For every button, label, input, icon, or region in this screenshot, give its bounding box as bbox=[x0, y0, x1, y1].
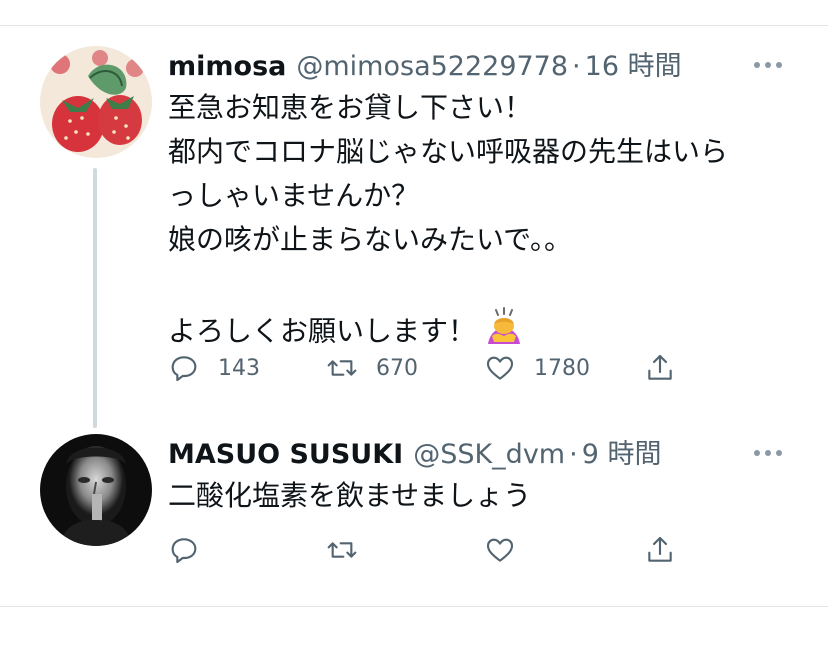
reply-button[interactable] bbox=[168, 532, 218, 568]
display-name[interactable]: MASUO SUSUKI bbox=[168, 439, 403, 470]
tweet-line: 娘の咳が止まらないみたいで。。 bbox=[168, 223, 573, 256]
tweet-text: 至急お知恵をお貸し下さい！ 都内でコロナ脳じゃない呼吸器の先生はいら っしゃいま… bbox=[168, 86, 788, 359]
separator-dot: · bbox=[572, 51, 581, 82]
heart-icon bbox=[486, 538, 514, 562]
display-name[interactable]: mimosa bbox=[168, 51, 286, 82]
retweet-icon bbox=[327, 542, 357, 558]
retweet-button[interactable]: 670 bbox=[326, 350, 418, 386]
more-icon[interactable] bbox=[754, 58, 784, 72]
retweet-icon bbox=[327, 360, 357, 376]
reply-icon bbox=[171, 356, 197, 382]
tweet-line: 二酸化塩素を飲ませましょう bbox=[168, 479, 532, 512]
retweet-button[interactable] bbox=[326, 532, 376, 568]
user-handle[interactable]: @SSK_dvm bbox=[413, 439, 565, 470]
separator-dot: · bbox=[569, 439, 578, 470]
tweet-line: 都内でコロナ脳じゃない呼吸器の先生はいら bbox=[168, 135, 729, 168]
share-button[interactable] bbox=[644, 350, 676, 386]
tweet-2[interactable]: MASUO SUSUKI @SSK_dvm · 9 時間 二酸化塩素を飲ませまし… bbox=[0, 420, 828, 606]
like-count: 1780 bbox=[534, 355, 590, 381]
heart-icon bbox=[486, 356, 514, 380]
portrait-avatar-image bbox=[40, 434, 152, 546]
tweet-line: っしゃいませんか？ bbox=[168, 179, 420, 212]
user-handle[interactable]: @mimosa52229778 bbox=[296, 51, 568, 82]
tweet-line-last: よろしくお願いします！ bbox=[168, 306, 788, 359]
like-button[interactable] bbox=[484, 532, 534, 568]
tweet-header: mimosa @mimosa52229778 · 16 時間 bbox=[168, 44, 682, 84]
more-icon[interactable] bbox=[754, 446, 784, 460]
reply-count: 143 bbox=[218, 355, 260, 381]
reply-button[interactable]: 143 bbox=[168, 350, 260, 386]
share-button[interactable] bbox=[644, 532, 676, 568]
timestamp[interactable]: 9 時間 bbox=[582, 432, 662, 471]
thread-line bbox=[93, 168, 97, 428]
bottom-divider bbox=[0, 606, 828, 607]
share-icon bbox=[648, 536, 672, 562]
like-button[interactable]: 1780 bbox=[484, 350, 590, 386]
share-icon bbox=[648, 354, 672, 380]
tweet-text: 二酸化塩素を飲ませましょう bbox=[168, 474, 788, 518]
timestamp[interactable]: 16 時間 bbox=[585, 44, 682, 83]
retweet-count: 670 bbox=[376, 355, 418, 381]
tweet-header: MASUO SUSUKI @SSK_dvm · 9 時間 bbox=[168, 432, 661, 472]
tweet-line: よろしくお願いします！ bbox=[168, 314, 477, 348]
avatar-mimosa[interactable] bbox=[40, 46, 152, 158]
avatar-masuo-susuki[interactable] bbox=[40, 434, 152, 546]
tweet-line: 至急お知恵をお貸し下さい！ bbox=[168, 91, 533, 124]
tweet-1[interactable]: mimosa @mimosa52229778 · 16 時間 至急お知恵をお貸し… bbox=[0, 0, 828, 428]
reply-icon bbox=[171, 538, 197, 564]
tweet-line bbox=[168, 262, 788, 306]
strawberry-avatar-image bbox=[40, 46, 152, 158]
